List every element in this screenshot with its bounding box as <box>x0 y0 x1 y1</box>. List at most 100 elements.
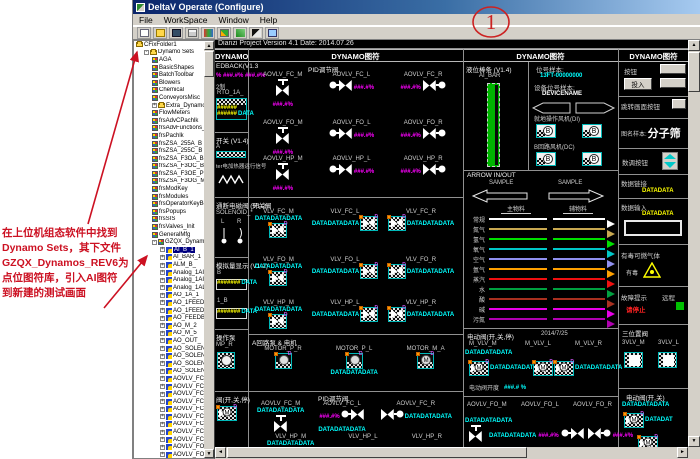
toolbar-button[interactable] <box>233 27 247 39</box>
tree-item[interactable]: Chemical <box>134 87 204 95</box>
motor-icon[interactable]: D <box>275 353 292 369</box>
engage-button[interactable]: 投入 <box>624 78 652 90</box>
spinner-button[interactable] <box>662 152 678 170</box>
analog-strip[interactable]: #######DATA <box>216 279 247 290</box>
motor-icon[interactable]: MD <box>417 353 434 369</box>
blower-icon[interactable]: B <box>582 124 602 138</box>
blower-icon[interactable]: B <box>582 152 602 166</box>
tree-expander-icon[interactable]: + <box>160 278 165 283</box>
sample-button[interactable] <box>660 78 686 88</box>
tree-item[interactable]: +AOVLV_FC_M_ <box>134 390 204 398</box>
tree-item[interactable]: +AOVLV_FC_L_ <box>134 375 204 383</box>
tree-expander-icon[interactable]: + <box>160 300 165 305</box>
valve-l-icon[interactable] <box>329 79 353 97</box>
tree-item[interactable]: +AOVLV_FC_R_1 <box>134 436 204 444</box>
tree-item[interactable]: +AOVLV_FC_M_2 <box>134 398 204 406</box>
tree-item[interactable]: frsZSA_F3OE_P <box>134 170 204 178</box>
switch-strip[interactable] <box>216 151 246 158</box>
jump-button[interactable] <box>672 99 686 109</box>
tree-item[interactable]: +AO_SOLENOID_M_ <box>134 360 204 368</box>
tree-item[interactable]: frsModKey <box>134 185 204 193</box>
menu-workspace[interactable]: WorkSpace <box>164 15 208 25</box>
sample-button[interactable] <box>660 64 686 74</box>
motor-valve-icon[interactable]: MD <box>638 436 658 447</box>
tree-item[interactable]: +Analog_1AI_9 <box>134 276 204 284</box>
tree-item[interactable]: +AOVLV_FC_R_ <box>134 428 204 436</box>
tree-expander-icon[interactable]: + <box>160 323 165 328</box>
valve-l-icon[interactable] <box>329 127 353 145</box>
solenoid-right-icon[interactable] <box>235 228 245 246</box>
blower-icon[interactable]: B <box>536 124 556 138</box>
tree-item[interactable]: +AO_1FEEDBACK_2 <box>134 307 204 315</box>
three-position-valve-icon[interactable] <box>624 352 643 368</box>
tree-item[interactable]: +AO_M_5 <box>134 330 204 338</box>
tree-scroll-down-icon[interactable]: ▼ <box>204 449 214 458</box>
canvas-scroll-down-icon[interactable]: ▼ <box>688 436 700 447</box>
motor-valve-icon[interactable]: MD <box>469 361 489 376</box>
tree-expander-icon[interactable]: + <box>160 255 165 260</box>
switch-valve-icon[interactable]: D <box>360 307 378 322</box>
tree-item[interactable]: BasicShapes <box>134 64 204 72</box>
tree-expander-icon[interactable]: + <box>160 430 165 435</box>
tree-item[interactable]: +AI_BAR_1 <box>134 254 204 262</box>
pump-icon[interactable] <box>217 352 235 369</box>
tree-item[interactable]: +AO_SOLENOID_1_ <box>134 345 204 353</box>
menu-window[interactable]: Window <box>218 15 248 25</box>
tree-item[interactable]: +ALM_B_ <box>134 261 204 269</box>
solenoid-left-icon[interactable] <box>219 228 229 246</box>
switch-valve-icon[interactable]: D <box>388 307 406 322</box>
tree-expander-icon[interactable]: + <box>160 445 165 450</box>
tree-expander-icon[interactable]: + <box>160 331 165 336</box>
toolbar-button[interactable] <box>169 27 183 39</box>
canvas-hscroll-thumb[interactable] <box>227 447 527 458</box>
tree-item[interactable]: -Dynamo Sets <box>134 49 204 57</box>
analog-strip[interactable]: #######DATA <box>216 308 247 319</box>
valve-r-icon[interactable] <box>422 127 446 145</box>
switch-valve-icon[interactable]: D <box>269 223 287 238</box>
tree-expander-icon[interactable]: + <box>160 437 165 442</box>
tree-item[interactable]: frsModules <box>134 193 204 201</box>
data-strip[interactable]: ############DATA <box>216 98 247 120</box>
tree-item[interactable]: +AO_OUT_ <box>134 337 204 345</box>
switch-valve-icon[interactable]: D <box>360 216 378 231</box>
three-position-valve-icon[interactable] <box>658 352 677 368</box>
toolbar-button[interactable] <box>137 27 151 39</box>
tree-item[interactable]: frsAdvFunctions_P <box>134 125 204 133</box>
tree-item[interactable]: frsZSA_F3OA_B <box>134 155 204 163</box>
motor-valve-icon[interactable]: MD <box>624 413 644 428</box>
tree-scroll-thumb[interactable] <box>204 51 214 77</box>
toolbar-button[interactable] <box>249 27 263 39</box>
tree-item[interactable]: +AOVLV_FO_L_1 <box>134 451 204 458</box>
switch-valve-icon[interactable]: D <box>269 314 287 329</box>
switch-valve-icon[interactable]: D <box>388 216 406 231</box>
valve-m-icon[interactable] <box>465 425 487 447</box>
menu-file[interactable]: File <box>139 15 153 25</box>
tree-item[interactable]: GeneralMfg <box>134 231 204 239</box>
tree-item[interactable]: Blowers <box>134 79 204 87</box>
tree-expander-icon[interactable]: + <box>152 103 157 108</box>
tree-item[interactable]: +AI_B_1 <box>134 246 204 254</box>
tree-item[interactable]: FlowMeters <box>134 109 204 117</box>
tree-item[interactable]: frsSIS <box>134 216 204 224</box>
motor-valve-icon[interactable]: MD <box>533 361 553 376</box>
tree-expander-icon[interactable]: + <box>160 361 165 366</box>
tree-item[interactable]: +AO_1FEEDBACK_ <box>134 299 204 307</box>
motor-valve-icon[interactable]: MD <box>554 361 574 376</box>
canvas-scroll-up-icon[interactable]: ▲ <box>688 40 700 51</box>
tree-expander-icon[interactable]: + <box>160 346 165 351</box>
tree-expander-icon[interactable]: + <box>160 247 165 252</box>
tree-item[interactable]: frsValves_Init <box>134 223 204 231</box>
tree-item[interactable]: +Extra_Dynamos <box>134 102 204 110</box>
menu-help[interactable]: Help <box>260 15 277 25</box>
tree-expander-icon[interactable]: + <box>160 407 165 412</box>
tree-item[interactable]: CFixFolder1 <box>134 41 204 49</box>
tree-item[interactable]: frsOperatorKeyBoa <box>134 200 204 208</box>
canvas-scroll-right-icon[interactable]: ► <box>677 447 688 458</box>
tree-item[interactable]: frsZSA_255C_B <box>134 147 204 155</box>
tree-expander-icon[interactable]: + <box>160 285 165 290</box>
switch-valve-icon[interactable]: D <box>269 271 287 286</box>
level-bar[interactable] <box>487 83 500 167</box>
heater-zigzag-icon[interactable] <box>218 172 246 184</box>
canvas-vscroll-thumb[interactable] <box>688 52 700 92</box>
tree-item[interactable]: frsZSA_255A_B <box>134 140 204 148</box>
